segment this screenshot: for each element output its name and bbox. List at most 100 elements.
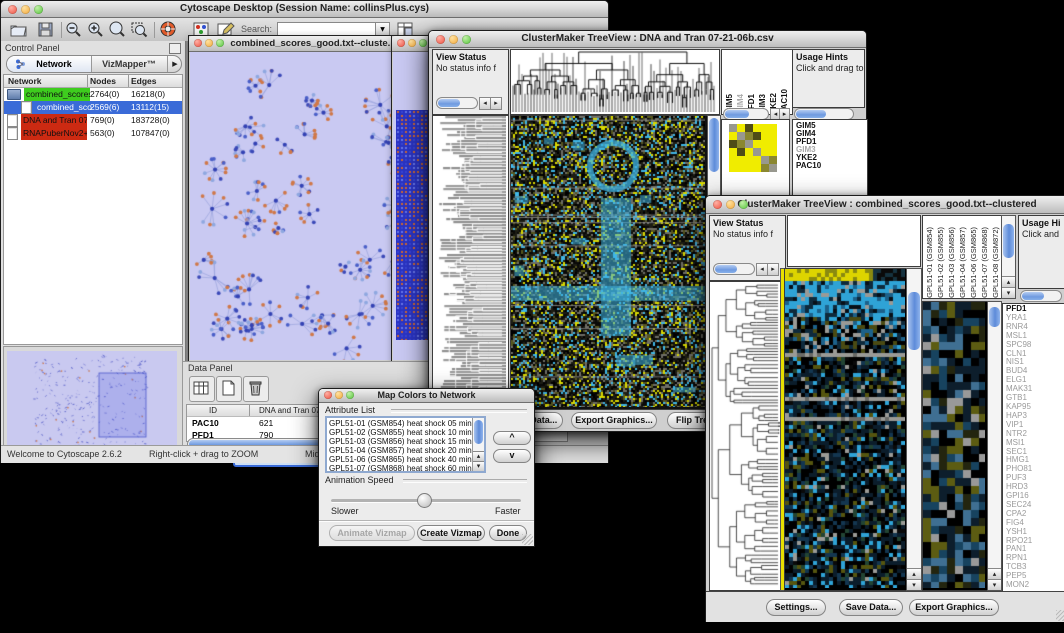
attribute-listbox[interactable]: GPL51-01 (GSM854) heat shock 05 minGPL51… <box>325 416 486 473</box>
cytoscape-titlebar[interactable]: Cytoscape Desktop (Session Name: collins… <box>1 1 608 18</box>
zoom-out-icon[interactable] <box>63 20 84 39</box>
scroll-right-icon[interactable]: ▸ <box>490 97 502 110</box>
scroll-up-icon[interactable]: ▴ <box>988 568 1001 579</box>
scroll-up-icon[interactable]: ▴ <box>473 451 484 461</box>
tab-network[interactable]: Network <box>7 56 92 72</box>
tv1-col-dendrogram[interactable] <box>510 49 720 115</box>
tv2-labels-vscrollbar[interactable]: ▴ ▾ <box>1001 215 1016 299</box>
dialog-titlebar[interactable]: Map Colors to Network <box>319 389 534 403</box>
attribute-list-vscroll-thumb[interactable] <box>474 420 483 444</box>
network-row[interactable]: combined_scores_2764(0)16218(0) <box>4 88 182 101</box>
zoom-icon[interactable] <box>346 391 354 399</box>
scroll-right-icon[interactable]: ▸ <box>767 263 779 276</box>
float-panel-icon[interactable] <box>169 43 181 54</box>
attribute-item[interactable]: GPL51-06 (GSM865) heat shock 40 min <box>329 455 482 464</box>
dialog-button-create-vizmap[interactable]: Create Vizmap <box>417 525 485 541</box>
tv2-row-dendrogram[interactable] <box>709 281 783 591</box>
minimize-icon[interactable] <box>205 39 213 47</box>
scroll-up-icon[interactable]: ▴ <box>1002 276 1015 287</box>
zoom-icon[interactable] <box>216 39 224 47</box>
col-edges: Edges <box>131 75 157 87</box>
delete-attribute-icon[interactable] <box>243 376 269 402</box>
move-down-button[interactable]: v <box>493 449 531 463</box>
tv1-heatmap[interactable] <box>510 115 708 410</box>
scroll-down-icon[interactable]: ▾ <box>473 461 484 471</box>
new-attribute-icon[interactable] <box>216 376 242 402</box>
tv2-button-settings-[interactable]: Settings... <box>766 599 826 616</box>
close-icon[interactable] <box>713 200 722 209</box>
attribute-item[interactable]: GPL51-03 (GSM856) heat shock 15 min <box>329 437 482 446</box>
zoom-icon[interactable] <box>462 35 471 44</box>
tv2-heatmap[interactable] <box>784 268 908 591</box>
tab-overflow-arrow[interactable]: ▶ <box>167 56 182 72</box>
tv2-labels-vscroll-thumb[interactable] <box>1003 224 1014 258</box>
view-status-title: View Status <box>710 216 785 228</box>
usage-hints-text: Click and drag to <box>793 62 864 73</box>
tv2-zoom-vscrollbar[interactable]: ▴ ▾ <box>987 301 1002 591</box>
scroll-down-icon[interactable]: ▾ <box>1002 287 1015 298</box>
network-overview-canvas[interactable] <box>7 351 177 455</box>
zoom-fit-icon[interactable] <box>107 20 128 39</box>
move-up-button[interactable]: ^ <box>493 431 531 445</box>
tv2-heatmap-vscrollbar[interactable]: ▴ ▾ <box>906 268 922 591</box>
control-panel-tabs: Network VizMapper™ ▶ <box>6 55 182 73</box>
zoom-icon[interactable] <box>739 200 748 209</box>
minimize-icon[interactable] <box>726 200 735 209</box>
resize-grip[interactable] <box>1056 610 1064 621</box>
close-icon[interactable] <box>8 5 17 14</box>
minimize-icon[interactable] <box>408 39 416 47</box>
gene-label[interactable]: MON2 <box>1006 581 1064 590</box>
status-zoom-hint: Right-click + drag to ZOOM <box>149 446 258 462</box>
minimize-icon[interactable] <box>449 35 458 44</box>
tv2-button-export-graphics-[interactable]: Export Graphics... <box>909 599 999 616</box>
scroll-down-icon[interactable]: ▾ <box>988 579 1001 590</box>
open-session-icon[interactable] <box>8 20 29 39</box>
tv2-button-save-data-[interactable]: Save Data... <box>839 599 903 616</box>
attribute-item[interactable]: GPL51-01 (GSM854) heat shock 05 min <box>329 419 482 428</box>
network-row[interactable]: RNAPuberNov2+563(0)107847(0) <box>4 127 182 140</box>
tab-vizmapper[interactable]: VizMapper™ <box>92 56 166 72</box>
gene-label[interactable]: PAC10 <box>796 162 867 170</box>
tv1-row-dendrogram[interactable] <box>432 115 509 410</box>
zoom-icon[interactable] <box>419 39 427 47</box>
treeview1-titlebar[interactable]: ClusterMaker TreeView : DNA and Tran 07-… <box>429 31 866 48</box>
network-row[interactable]: DNA and Tran 07769(0)183728(0) <box>4 114 182 127</box>
close-icon[interactable] <box>194 39 202 47</box>
tv2-zoom-vscroll-thumb[interactable] <box>989 307 1000 327</box>
network-row[interactable]: combined_sco2569(6)13112(15) <box>4 101 182 114</box>
tv2-heatmap-vscroll-thumb[interactable] <box>908 292 920 350</box>
attribute-item[interactable]: GPL51-02 (GSM855) heat shock 10 min <box>329 428 482 437</box>
close-icon[interactable] <box>397 39 405 47</box>
select-attributes-icon[interactable] <box>189 376 215 402</box>
view-status-scrollbar[interactable] <box>436 97 478 109</box>
tv1-button-export-graphics-[interactable]: Export Graphics... <box>571 412 657 429</box>
speed-slider-thumb[interactable] <box>417 493 432 508</box>
minimize-icon[interactable] <box>335 391 343 399</box>
close-icon[interactable] <box>324 391 332 399</box>
save-session-icon[interactable] <box>35 20 56 39</box>
matrix-cell <box>737 124 745 132</box>
network-tab-icon <box>15 59 25 69</box>
zoom-in-icon[interactable] <box>85 20 106 39</box>
tv2-zoom-heatmap[interactable] <box>922 301 988 591</box>
tv2-col-dendrogram[interactable] <box>787 215 921 267</box>
help-lifering-icon[interactable] <box>158 20 179 39</box>
zoom-icon[interactable] <box>34 5 43 14</box>
resize-grip[interactable] <box>522 534 533 545</box>
tv2-usage-scrollbar[interactable] <box>1020 290 1062 302</box>
attribute-item[interactable]: GPL51-04 (GSM857) heat shock 20 min <box>329 446 482 455</box>
usage-hints-text: Click and <box>1019 228 1064 239</box>
scroll-down-icon[interactable]: ▾ <box>907 579 921 590</box>
tv2-view-status: View Status No status info f ◂ ▸ <box>709 215 786 281</box>
close-icon[interactable] <box>436 35 445 44</box>
treeview2-titlebar[interactable]: ClusterMaker TreeView : combined_scores_… <box>706 196 1064 214</box>
tv1-heatmap-vscroll-thumb[interactable] <box>709 118 719 172</box>
minimize-icon[interactable] <box>21 5 30 14</box>
attribute-item[interactable]: GPL51-07 (GSM868) heat shock 60 min <box>329 464 482 473</box>
view-status-scrollbar[interactable] <box>713 263 755 275</box>
tv1-usage-hints: Usage Hints Click and drag to <box>792 49 865 108</box>
dialog-title: Map Colors to Network <box>377 390 475 400</box>
attribute-list-vscrollbar[interactable]: ▴ ▾ <box>472 418 484 471</box>
zoom-selected-icon[interactable] <box>129 20 150 39</box>
scroll-up-icon[interactable]: ▴ <box>907 568 921 579</box>
